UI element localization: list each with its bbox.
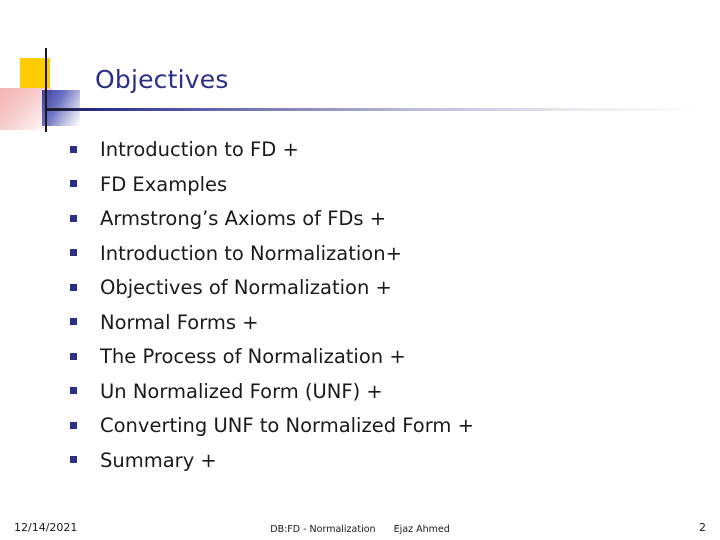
list-item-label: Introduction to Normalization+ xyxy=(100,241,402,265)
square-bullet-icon xyxy=(70,143,100,154)
list-item-label: Objectives of Normalization + xyxy=(100,276,392,299)
objectives-list: Introduction to FD + FD Examples Armstro… xyxy=(70,140,690,485)
decoration-vertical-line xyxy=(45,48,47,132)
square-bullet-icon xyxy=(70,178,100,189)
list-item-label: Introduction to FD + xyxy=(100,138,299,161)
title-underline-rule xyxy=(46,108,706,111)
list-item-label: Summary + xyxy=(100,448,217,472)
square-bullet-icon xyxy=(70,316,100,327)
slide-decoration xyxy=(0,48,100,132)
list-item: Introduction to FD + xyxy=(70,140,690,175)
list-item-label: Converting UNF to Normalized Form + xyxy=(100,414,474,437)
square-bullet-icon xyxy=(70,212,100,223)
list-item-label: Normal Forms + xyxy=(100,310,259,334)
footer-author: Ejaz Ahmed xyxy=(393,524,450,535)
list-item: The Process of Normalization + xyxy=(70,347,690,382)
square-bullet-icon xyxy=(70,385,100,396)
square-bullet-icon xyxy=(70,419,100,430)
page-title: Objectives xyxy=(95,65,229,94)
square-bullet-icon xyxy=(70,350,100,361)
list-item: Objectives of Normalization + xyxy=(70,278,690,313)
list-item: FD Examples xyxy=(70,172,690,210)
list-item: Un Normalized Form (UNF) + xyxy=(70,379,690,417)
footer-page-number: 2 xyxy=(699,521,706,534)
square-bullet-icon xyxy=(70,454,100,465)
list-item: Introduction to Normalization+ xyxy=(70,241,690,279)
list-item: Normal Forms + xyxy=(70,310,690,348)
list-item-label: FD Examples xyxy=(100,172,228,196)
list-item: Summary + xyxy=(70,448,690,486)
list-item: Converting UNF to Normalized Form + xyxy=(70,416,690,451)
list-item-label: The Process of Normalization + xyxy=(100,345,406,368)
list-item-label: Armstrong’s Axioms of FDs + xyxy=(100,207,387,230)
list-item: Armstrong’s Axioms of FDs + xyxy=(70,209,690,244)
footer-center: DB:FD - Normalization Ejaz Ahmed xyxy=(0,524,720,535)
list-item-label: Un Normalized Form (UNF) + xyxy=(100,379,383,403)
square-bullet-icon xyxy=(70,247,100,258)
square-bullet-icon xyxy=(70,281,100,292)
footer-subject: DB:FD - Normalization xyxy=(270,524,376,535)
